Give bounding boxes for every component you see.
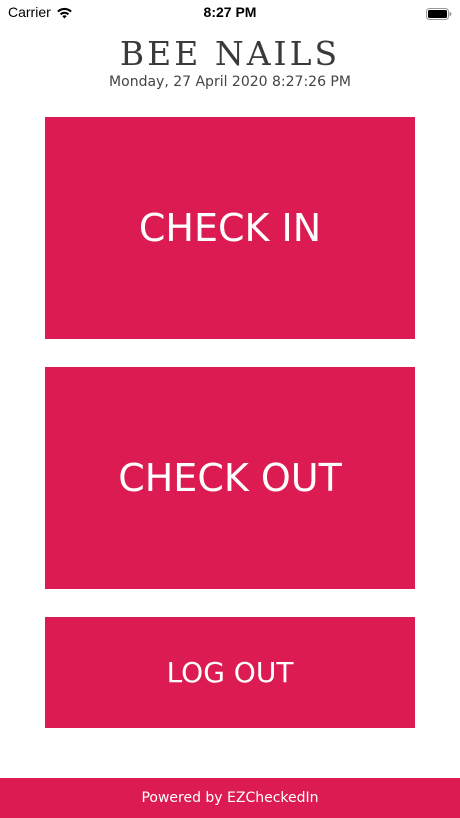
log-out-button[interactable]: LOG OUT <box>45 617 415 728</box>
status-time: 8:27 PM <box>203 4 257 20</box>
powered-by-label: Powered by EZCheckedIn <box>141 790 319 806</box>
status-bar: Carrier 8:27 PM <box>0 0 460 24</box>
page-title: BEE NAILS <box>119 34 341 73</box>
check-in-button[interactable]: CHECK IN <box>45 117 415 339</box>
footer: Powered by EZCheckedIn <box>0 778 460 818</box>
current-datetime: Monday, 27 April 2020 8:27:26 PM <box>109 74 351 90</box>
battery-icon <box>426 5 452 20</box>
check-out-button[interactable]: CHECK OUT <box>45 367 415 589</box>
